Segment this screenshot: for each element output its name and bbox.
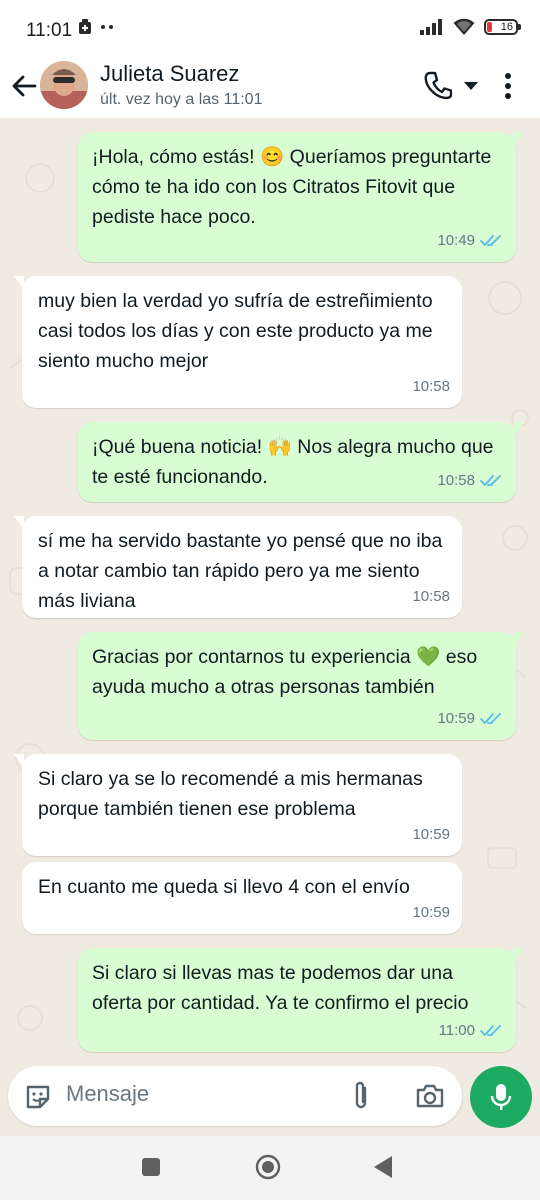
wifi-icon (453, 18, 475, 35)
mic-button[interactable] (470, 1066, 532, 1128)
read-ticks-icon (480, 713, 501, 725)
avatar[interactable] (40, 61, 88, 109)
message-text: Si claro si llevas mas te podemos dar un… (92, 962, 469, 1014)
message-bubble-outgoing[interactable]: Si claro si llevas mas te podemos dar un… (78, 948, 524, 1052)
sticker-icon[interactable] (24, 1083, 52, 1111)
mic-icon (490, 1084, 512, 1110)
message-time: 11:00 (438, 1022, 475, 1039)
message-time: 10:58 (412, 378, 450, 395)
message-time: 10:49 (437, 232, 475, 249)
message-meta: 10:58 (412, 372, 450, 402)
camera-icon[interactable] (415, 1083, 445, 1109)
message-text: Gracias por contarnos tu experiencia 💚 e… (92, 646, 478, 698)
chat-header: Julieta Suarez últ. vez hoy a las 11:01 (0, 56, 540, 118)
system-nav-bar (0, 1136, 540, 1200)
message-meta: 10:58 (412, 582, 450, 612)
message-bubble-incoming[interactable]: sí me ha servido bastante yo pensé que n… (14, 516, 462, 618)
message-time: 10:58 (412, 588, 450, 605)
more-dots-icon (101, 25, 113, 29)
contact-last-seen: últ. vez hoy a las 11:01 (100, 91, 263, 108)
message-time: 10:59 (437, 710, 475, 727)
nav-back-button[interactable] (374, 1156, 392, 1178)
message-text: Si claro ya se lo recomendé a mis herman… (38, 768, 423, 820)
message-bubble-incoming[interactable]: muy bien la verdad yo sufría de estreñim… (14, 276, 462, 408)
message-meta: 10:59 (412, 820, 450, 850)
status-right-icons: 16 (420, 18, 521, 36)
message-time: 10:59 (412, 904, 450, 921)
phone-icon[interactable] (424, 70, 452, 100)
chat-area[interactable]: ¡Hola, cómo estás! 😊 Queríamos preguntar… (0, 118, 540, 1062)
notification-icon (79, 19, 91, 34)
message-bubble-incoming[interactable]: En cuanto me queda si llevo 4 con el env… (22, 862, 462, 934)
message-bubble-incoming[interactable]: Si claro ya se lo recomendé a mis herman… (14, 754, 462, 856)
status-time: 11:01 (26, 20, 73, 41)
battery-icon: 16 (484, 19, 521, 35)
message-text: muy bien la verdad yo sufría de estreñim… (38, 290, 433, 372)
status-left-icons (78, 19, 114, 35)
message-time: 10:58 (437, 472, 475, 489)
message-text: sí me ha servido bastante yo pensé que n… (38, 530, 443, 612)
message-meta: 10:59 (437, 704, 502, 734)
message-text: ¡Hola, cómo estás! 😊 Queríamos preguntar… (92, 146, 492, 228)
message-text: ¡Qué buena noticia! 🙌 Nos alegra mucho q… (92, 436, 494, 488)
contact-name[interactable]: Julieta Suarez (100, 61, 239, 87)
battery-level: 16 (500, 21, 513, 33)
message-bubble-outgoing[interactable]: ¡Hola, cómo estás! 😊 Queríamos preguntar… (78, 132, 524, 262)
home-button[interactable] (255, 1154, 281, 1180)
read-ticks-icon (480, 1025, 501, 1037)
caret-down-icon[interactable] (464, 82, 478, 90)
back-arrow-icon[interactable] (8, 70, 40, 102)
message-meta: 10:58 (437, 466, 502, 496)
message-input[interactable]: Mensaje (66, 1081, 149, 1107)
attach-clip-icon[interactable] (351, 1080, 371, 1112)
signal-icon (420, 19, 442, 35)
read-ticks-icon (480, 475, 501, 487)
message-text: En cuanto me queda si llevo 4 con el env… (38, 876, 410, 898)
message-composer[interactable]: Mensaje (8, 1066, 462, 1126)
message-bubble-outgoing[interactable]: ¡Qué buena noticia! 🙌 Nos alegra mucho q… (78, 422, 524, 502)
read-ticks-icon (480, 235, 501, 247)
status-bar: 11:01 16 (0, 0, 540, 56)
more-vert-icon[interactable] (504, 72, 512, 100)
message-time: 10:59 (412, 826, 450, 843)
message-bubble-outgoing[interactable]: Gracias por contarnos tu experiencia 💚 e… (78, 632, 524, 740)
message-meta: 10:49 (437, 226, 502, 256)
message-meta: 11:00 (439, 1016, 502, 1046)
recents-button[interactable] (142, 1158, 160, 1176)
message-meta: 10:59 (412, 898, 450, 928)
